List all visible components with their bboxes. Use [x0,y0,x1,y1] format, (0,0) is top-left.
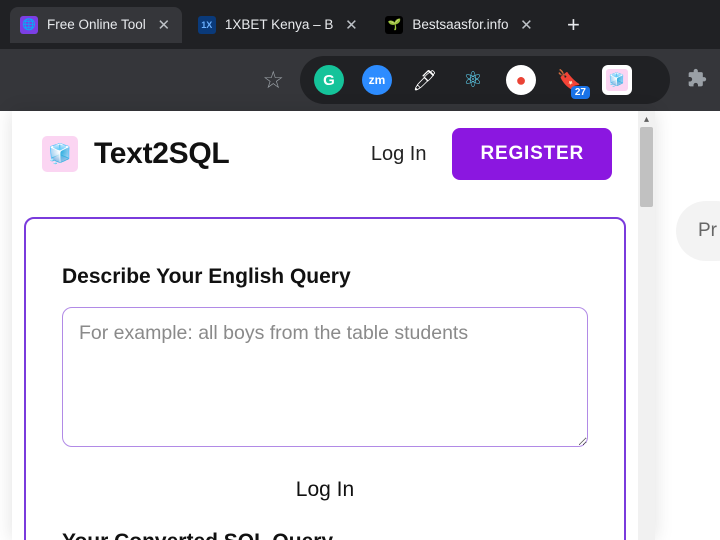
query-card: Describe Your English Query Log In Your … [24,217,626,540]
login-link[interactable]: Log In [371,143,427,166]
text2sql-ext-icon[interactable]: 🧊 [602,65,632,95]
extensions-menu-icon[interactable] [682,68,712,93]
toolbar: ☆ G zm 🖊 ⚛ ● 🔖 27 🧊 [0,49,720,111]
tab-1[interactable]: 1X 1XBET Kenya – B ✕ [188,7,370,43]
close-icon[interactable]: ✕ [343,16,359,34]
zoom-icon[interactable]: zm [362,65,392,95]
site-icon: 1X [198,16,216,34]
page-viewport: Pr ▴ 🧊 Text2SQL Log In REGISTER Describe… [0,111,720,540]
omnibox[interactable]: ☆ [0,60,300,100]
mic-icon[interactable]: ● [506,65,536,95]
ext-badge: 27 [571,86,590,99]
page-behind [0,111,12,540]
app-logo-icon: 🧊 [42,136,78,172]
query-input[interactable] [62,307,588,447]
badge-ext-icon[interactable]: 🔖 27 [554,65,584,95]
leaf-icon: 🌱 [385,16,403,34]
tab-title: Bestsaasfor.info [412,17,508,32]
tab-title: Free Online Tool [47,17,146,32]
center-login-link[interactable]: Log In [62,478,588,502]
react-devtools-icon[interactable]: ⚛ [458,65,488,95]
tab-title: 1XBET Kenya – B [225,17,334,32]
eyedropper-icon[interactable]: 🖊 [410,65,440,95]
bookmark-star-icon[interactable]: ☆ [262,66,284,95]
tab-2[interactable]: 🌱 Bestsaasfor.info ✕ [375,7,544,43]
close-icon[interactable]: ✕ [518,16,534,34]
tab-strip: 🌐 Free Online Tool ✕ 1X 1XBET Kenya – B … [0,0,720,49]
brand-name: Text2SQL [94,137,229,171]
close-icon[interactable]: ✕ [156,16,172,34]
scroll-up-icon[interactable]: ▴ [638,111,655,128]
result-label: Your Converted SQL Query [62,530,588,540]
globe-icon: 🌐 [20,16,38,34]
extension-popup: ▴ 🧊 Text2SQL Log In REGISTER Describe Yo… [12,111,655,540]
scroll-thumb[interactable] [640,127,653,207]
extension-strip: G zm 🖊 ⚛ ● 🔖 27 🧊 [300,56,670,104]
background-button[interactable]: Pr [676,201,720,261]
popup-header: 🧊 Text2SQL Log In REGISTER [12,111,638,197]
new-tab-button[interactable]: + [558,10,588,40]
register-button[interactable]: REGISTER [452,128,612,180]
tab-0[interactable]: 🌐 Free Online Tool ✕ [10,7,182,43]
grammarly-icon[interactable]: G [314,65,344,95]
scrollbar[interactable]: ▴ [638,111,655,540]
query-label: Describe Your English Query [62,265,588,289]
